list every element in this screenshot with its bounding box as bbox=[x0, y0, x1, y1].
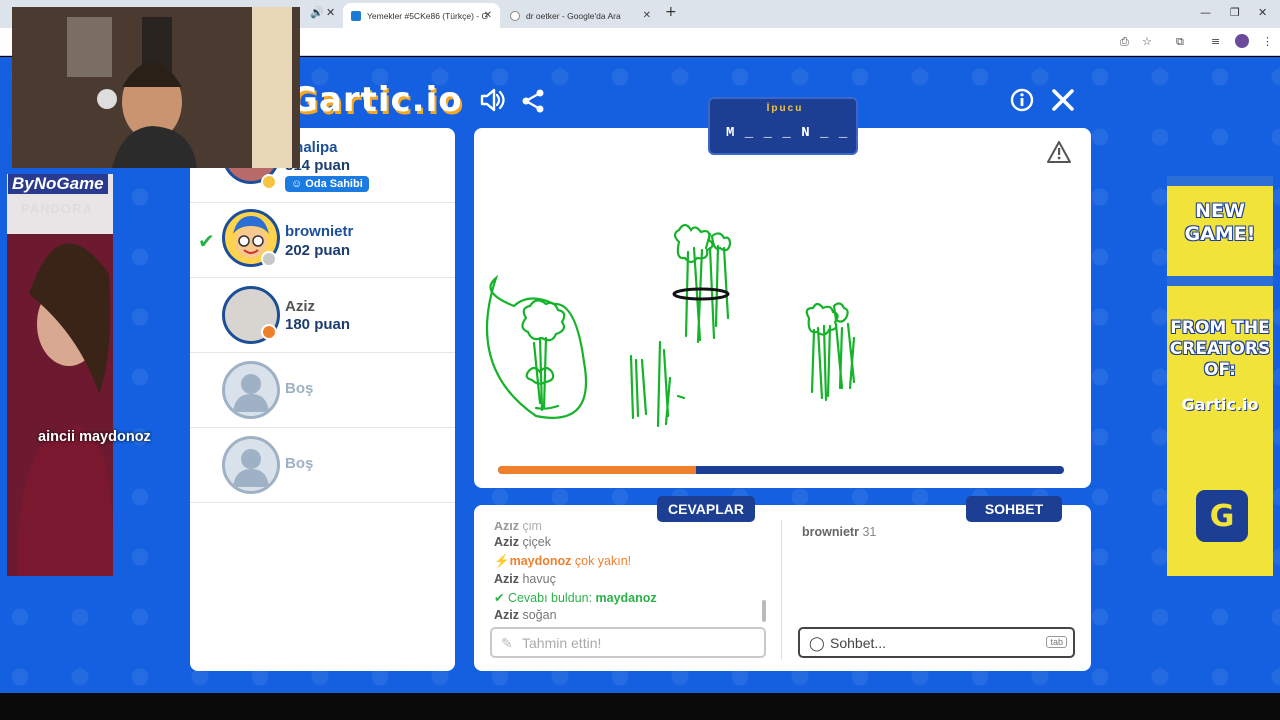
list-item: ✔ Cevabı buldun: maydanoz bbox=[494, 590, 657, 605]
answers-scrollbar[interactable] bbox=[762, 600, 766, 622]
guessed-check-icon: ✔ bbox=[198, 229, 215, 253]
player-name: Aziz bbox=[285, 298, 315, 315]
status-badge bbox=[261, 324, 277, 340]
info-icon[interactable] bbox=[1010, 88, 1034, 118]
extensions-icon[interactable]: ⧉ bbox=[1176, 35, 1184, 49]
message-user: maydonoz bbox=[509, 554, 572, 568]
bottom-bar bbox=[0, 693, 1280, 720]
ad-headline: NEW GAME! bbox=[1184, 200, 1256, 245]
webcam-overlay bbox=[12, 7, 300, 168]
ad-band bbox=[1167, 276, 1273, 286]
message-text: Cevabı buldun: bbox=[507, 591, 593, 605]
list-item: Aziz soğan bbox=[494, 608, 557, 622]
message-text: 31 bbox=[862, 525, 877, 539]
player-name: Boş bbox=[285, 455, 314, 472]
message-text: çiçek bbox=[522, 535, 551, 549]
time-progress-bar bbox=[498, 466, 1064, 474]
player-row-empty: Boş bbox=[190, 353, 455, 428]
google-favicon-icon bbox=[510, 10, 520, 21]
sound-icon[interactable] bbox=[478, 86, 506, 120]
drawing-board[interactable] bbox=[474, 128, 1091, 488]
tab-key-hint: tab bbox=[1046, 636, 1067, 648]
guess-input-placeholder: Tahmin ettin! bbox=[522, 634, 602, 651]
minimize-icon[interactable]: — bbox=[1200, 6, 1211, 19]
drawing-canvas[interactable] bbox=[474, 128, 1091, 488]
browser-tab[interactable]: dr oetker - Google'da Ara ✕ bbox=[502, 3, 659, 28]
message-text: çok yakın! bbox=[574, 554, 632, 568]
players-panel: uhalipa 314 puan ☺ Oda Sahibi ✔ browniet… bbox=[190, 128, 455, 671]
close-icon[interactable] bbox=[1050, 87, 1076, 119]
overlay-caption: aincii maydonoz bbox=[38, 429, 151, 445]
tab-chat[interactable]: SOHBET bbox=[966, 496, 1062, 522]
new-tab-icon[interactable]: + bbox=[665, 4, 677, 20]
message-text: havuç bbox=[522, 572, 556, 586]
status-badge bbox=[261, 174, 277, 190]
check-icon: ✔ bbox=[494, 591, 508, 605]
report-warning-icon[interactable] bbox=[1046, 140, 1072, 170]
message-user: brownietr bbox=[802, 525, 859, 539]
status-badge bbox=[261, 251, 277, 267]
message-user: Aziz bbox=[494, 608, 519, 622]
close-window-icon[interactable]: ✕ bbox=[1258, 6, 1267, 19]
tab-title: dr oetker - Google'da Ara bbox=[526, 10, 621, 21]
message-user: Aziz bbox=[494, 535, 519, 549]
media-controls-icon[interactable]: ≡ bbox=[1211, 35, 1220, 48]
list-item: ⚡maydonoz çok yakın! bbox=[494, 554, 631, 569]
message-text: soğan bbox=[522, 608, 557, 622]
lightning-icon: ⚡ bbox=[494, 554, 510, 568]
room-owner-badge: ☺ Oda Sahibi bbox=[285, 176, 369, 192]
player-row[interactable]: ✔ brownietr 202 puan bbox=[190, 203, 455, 278]
avatar-placeholder bbox=[222, 436, 280, 494]
stream-overlay bbox=[7, 174, 113, 576]
overlay-sub-brand: PANDORA bbox=[21, 201, 93, 216]
install-icon[interactable]: ⎙ bbox=[1120, 35, 1129, 49]
ad-band bbox=[1167, 176, 1273, 186]
guess-input[interactable]: ✎ Tahmin ettin! bbox=[490, 627, 766, 658]
chat-input[interactable]: ◯ Sohbet... tab bbox=[798, 627, 1075, 658]
player-score: 180 puan bbox=[285, 316, 351, 333]
chat-message: brownietr 31 bbox=[802, 525, 876, 539]
hint-box: İpucu M _ _ _ N _ _ _ bbox=[708, 97, 866, 155]
browser-tab-active[interactable]: Yemekler #5CKe86 (Türkçe) - G ✕ bbox=[343, 3, 500, 28]
player-row[interactable]: Aziz 180 puan bbox=[190, 278, 455, 353]
player-score: 202 puan bbox=[285, 242, 351, 259]
pencil-icon: ✎ bbox=[501, 635, 513, 651]
player-row-empty: Boş bbox=[190, 428, 455, 503]
ad-subheadline: FROM THE CREATORS OF: bbox=[1169, 318, 1271, 380]
panel-divider bbox=[781, 520, 782, 660]
hint-title: İpucu bbox=[766, 103, 804, 114]
tab-title: Yemekler #5CKe86 (Türkçe) - G bbox=[367, 10, 489, 21]
tab-close-icon[interactable]: ✕ bbox=[484, 10, 492, 21]
player-name: Boş bbox=[285, 380, 314, 397]
tab-close-icon[interactable]: ✕ bbox=[643, 10, 651, 21]
list-item: Aziz çiçek bbox=[494, 535, 551, 549]
chat-bubble-icon: ◯ bbox=[809, 635, 825, 651]
list-item: Aziz havuç bbox=[494, 572, 556, 586]
overlay-brand: ByNoGame bbox=[8, 174, 108, 194]
screen: 🔊 ✕ Yemekler #5CKe86 (Türkçe) - G ✕ dr o… bbox=[0, 0, 1280, 720]
menu-icon[interactable]: ⋮ bbox=[1262, 35, 1273, 48]
game-logo: Gartic.io bbox=[290, 80, 463, 120]
gartic-favicon-icon bbox=[351, 10, 361, 21]
speaker-icon: 🔊 bbox=[310, 6, 324, 19]
ad-logo: Gartic.io bbox=[1181, 395, 1259, 414]
share-icon[interactable] bbox=[520, 88, 546, 120]
player-name: brownietr bbox=[285, 223, 354, 240]
avatar-placeholder bbox=[222, 361, 280, 419]
room-owner-label: Oda Sahibi bbox=[305, 178, 363, 190]
hint-pattern: M _ _ _ N _ _ _ bbox=[726, 125, 868, 141]
message-user: maydanoz bbox=[595, 591, 657, 605]
tab-close-icon[interactable]: ✕ bbox=[326, 6, 335, 19]
profile-avatar[interactable] bbox=[1235, 34, 1249, 48]
message-user: Aziz bbox=[494, 572, 519, 586]
chat-input-placeholder: Sohbet... bbox=[830, 634, 887, 651]
restore-icon[interactable]: ❐ bbox=[1230, 6, 1240, 19]
ad-app-icon[interactable]: G bbox=[1193, 487, 1251, 545]
time-progress-fill bbox=[498, 466, 697, 474]
tab-answers[interactable]: CEVAPLAR bbox=[657, 496, 755, 522]
bookmark-star-icon[interactable]: ☆ bbox=[1142, 35, 1152, 48]
